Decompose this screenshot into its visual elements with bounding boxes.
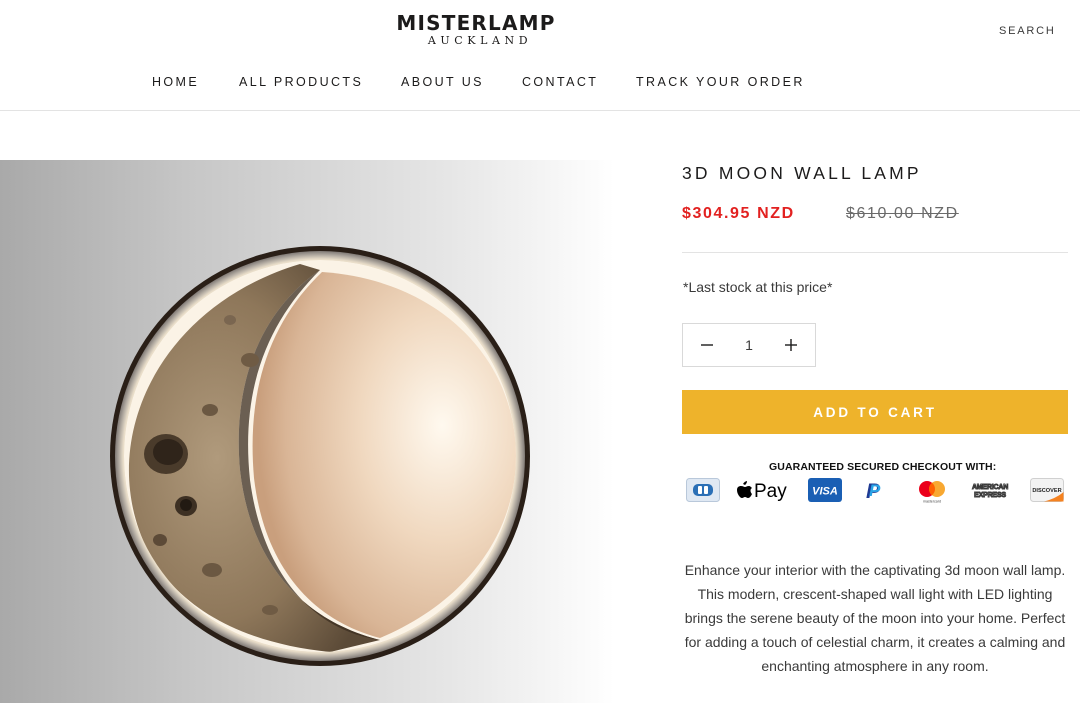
visa-icon: VISA	[808, 478, 842, 502]
quantity-decrease-button[interactable]	[685, 324, 729, 366]
discover-icon: DISCOVER	[1030, 478, 1064, 502]
add-to-cart-button[interactable]: ADD TO CART	[682, 390, 1068, 434]
product-description: Enhance your interior with the captivati…	[684, 562, 1066, 674]
nav-item-all-products[interactable]: ALL PRODUCTS	[239, 75, 363, 89]
mastercard-icon: mastercard	[919, 481, 945, 504]
plus-icon	[785, 339, 797, 351]
logo-sub-text: AUCKLAND	[427, 34, 533, 47]
amex-text-2: EXPRESS	[974, 492, 1006, 499]
logo-main-text: MISTERLAMP	[396, 11, 556, 35]
quantity-stepper	[682, 323, 816, 367]
paypal-text-overlay: P	[869, 481, 881, 500]
search-link[interactable]: SEARCH	[999, 25, 1056, 37]
nav-item-about-us[interactable]: ABOUT US	[401, 75, 484, 89]
sale-price: $304.95 NZD	[682, 205, 795, 222]
apple-pay-icon: Pay	[737, 481, 787, 502]
nav-item-track-your-order[interactable]: TRACK YOUR ORDER	[636, 75, 805, 89]
generic-card-icon	[686, 478, 720, 502]
secure-checkout-title: GUARANTEED SECURED CHECKOUT WITH:	[769, 461, 997, 473]
minus-icon	[701, 344, 713, 346]
product-image[interactable]	[0, 160, 640, 703]
logo[interactable]: MISTERLAMP AUCKLAND	[396, 11, 556, 47]
stock-note: *Last stock at this price*	[683, 279, 833, 295]
visa-text: VISA	[812, 486, 838, 498]
apple-pay-text: Pay	[754, 481, 787, 502]
mastercard-text: mastercard	[923, 500, 941, 504]
quantity-input[interactable]	[727, 324, 771, 366]
discover-text: DISCOVER	[1032, 488, 1061, 494]
main-nav: HOME ALL PRODUCTS ABOUT US CONTACT TRACK…	[0, 75, 1080, 91]
moon-lamp-illustration	[110, 246, 530, 666]
nav-item-home[interactable]: HOME	[152, 75, 199, 89]
site-header: MISTERLAMP AUCKLAND SEARCH HOME ALL PROD…	[0, 0, 1080, 111]
american-express-icon: AMERICAN EXPRESS	[968, 480, 1012, 500]
divider	[682, 252, 1068, 253]
quantity-increase-button[interactable]	[769, 324, 813, 366]
nav-item-contact[interactable]: CONTACT	[522, 75, 598, 89]
product-title: 3D MOON WALL LAMP	[682, 163, 922, 183]
amex-text-1: AMERICAN	[972, 484, 1008, 491]
paypal-icon: P P	[866, 480, 881, 503]
compare-price: $610.00 NZD	[846, 205, 959, 222]
payment-icons: Pay VISA P P mastercard AMERICAN EXPRESS…	[684, 476, 1066, 508]
